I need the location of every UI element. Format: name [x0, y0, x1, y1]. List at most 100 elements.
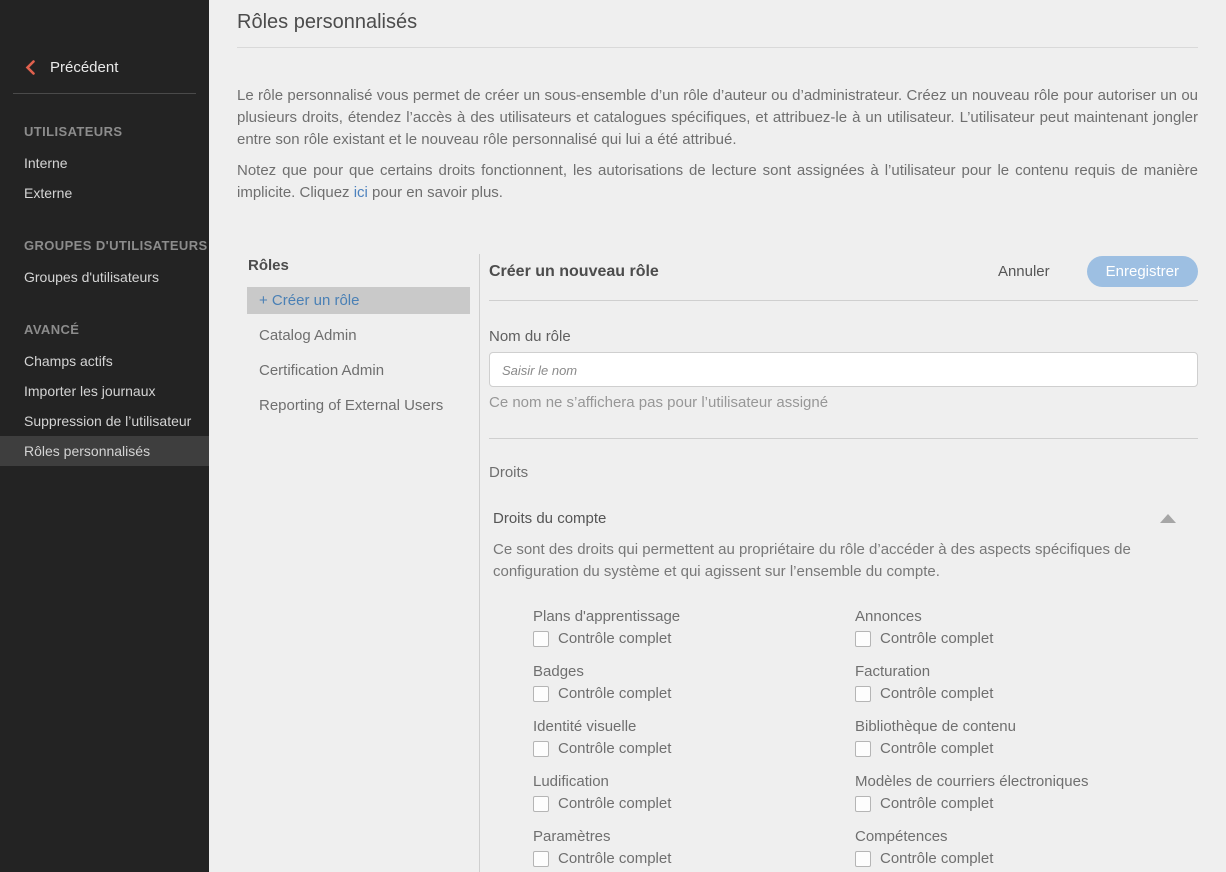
intro-text: Le rôle personnalisé vous permet de crée…	[237, 85, 1198, 204]
sidebar-section-title: GROUPES D'UTILISATEURS	[24, 238, 208, 253]
sidebar-divider	[13, 93, 196, 94]
account-rights-description: Ce sont des droits qui permettent au pro…	[493, 541, 1131, 580]
right-group-annonces: Annonces Contrôle complet	[855, 608, 1088, 647]
checkbox-row: Contrôle complet	[533, 630, 855, 647]
save-button[interactable]: Enregistrer	[1086, 256, 1198, 287]
right-group-label: Compétences	[855, 828, 948, 845]
rights-column-right: Annonces Contrôle complet Facturation Co…	[855, 608, 1088, 872]
checkbox-label[interactable]: Contrôle complet	[880, 740, 993, 757]
sidebar-nav: UTILISATEURS Interne Externe GROUPES D'U…	[0, 124, 209, 466]
roles-panel: Rôles + Créer un rôle Catalog Admin Cert…	[237, 254, 1198, 872]
checkbox-label[interactable]: Contrôle complet	[558, 630, 671, 647]
learn-more-link[interactable]: ici	[354, 184, 368, 201]
form-header: Créer un nouveau rôle Annuler Enregistre…	[489, 256, 1198, 287]
back-button[interactable]: Précédent	[0, 59, 209, 76]
sidebar-item-groupes-utilisateurs[interactable]: Groupes d'utilisateurs	[0, 262, 209, 292]
rights-column-left: Plans d'apprentissage Contrôle complet B…	[533, 608, 855, 872]
account-rights-header: Droits du compte	[493, 510, 1198, 527]
collapse-triangle-up-icon[interactable]	[1160, 514, 1176, 523]
sidebar-item-roles-personnalises[interactable]: Rôles personnalisés	[0, 436, 209, 466]
page-title: Rôles personnalisés	[237, 11, 418, 33]
right-group-facturation: Facturation Contrôle complet	[855, 663, 1088, 702]
sidebar-item-interne[interactable]: Interne	[0, 148, 209, 178]
right-group-bibliotheque-contenu: Bibliothèque de contenu Contrôle complet	[855, 718, 1088, 757]
right-group-identite-visuelle: Identité visuelle Contrôle complet	[533, 718, 855, 757]
role-item-creer-un-role[interactable]: + Créer un rôle	[247, 287, 470, 314]
sidebar-section-title: UTILISATEURS	[24, 124, 123, 139]
plans-apprentissage-checkbox[interactable]	[533, 630, 549, 647]
title-divider	[237, 47, 1198, 48]
right-group-competences: Compétences Contrôle complet	[855, 828, 1088, 867]
main-content: Rôles personnalisés Le rôle personnalisé…	[209, 0, 1226, 872]
right-group-label: Facturation	[855, 663, 931, 680]
sidebar-section-groupes: GROUPES D'UTILISATEURS Groupes d'utilisa…	[0, 238, 209, 292]
role-item-certification-admin[interactable]: Certification Admin	[247, 357, 470, 384]
intro-paragraph-1: Le rôle personnalisé vous permet de crée…	[237, 87, 1198, 148]
right-group-label: Badges	[533, 663, 584, 680]
checkbox-row: Contrôle complet	[855, 795, 1088, 812]
ludification-checkbox[interactable]	[533, 795, 549, 812]
checkbox-label[interactable]: Contrôle complet	[558, 850, 671, 867]
sidebar-item-importer-journaux[interactable]: Importer les journaux	[0, 376, 209, 406]
sidebar: Précédent UTILISATEURS Interne Externe G…	[0, 0, 209, 872]
right-group-plans-apprentissage: Plans d'apprentissage Contrôle complet	[533, 608, 855, 647]
checkbox-row: Contrôle complet	[533, 795, 855, 812]
checkbox-label[interactable]: Contrôle complet	[558, 795, 671, 812]
modeles-courriers-checkbox[interactable]	[855, 795, 871, 812]
checkbox-row: Contrôle complet	[855, 685, 1088, 702]
rights-checkbox-grid: Plans d'apprentissage Contrôle complet B…	[493, 608, 1198, 872]
right-group-label: Plans d'apprentissage	[533, 608, 681, 625]
chevron-left-icon	[25, 60, 35, 75]
checkbox-label[interactable]: Contrôle complet	[558, 740, 671, 757]
sidebar-section-title: AVANCÉ	[24, 322, 80, 337]
right-group-label: Bibliothèque de contenu	[855, 718, 1016, 735]
checkbox-row: Contrôle complet	[855, 850, 1088, 867]
checkbox-row: Contrôle complet	[533, 685, 855, 702]
sidebar-item-suppression-utilisateur[interactable]: Suppression de l’utilisateur	[0, 406, 209, 436]
annonces-checkbox[interactable]	[855, 630, 871, 647]
checkbox-row: Contrôle complet	[533, 850, 855, 867]
role-name-help-text: Ce nom ne s’affichera pas pour l’utilisa…	[489, 394, 829, 411]
checkbox-label[interactable]: Contrôle complet	[880, 630, 993, 647]
checkbox-label[interactable]: Contrôle complet	[880, 850, 993, 867]
checkbox-row: Contrôle complet	[855, 740, 1088, 757]
form-title: Créer un nouveau rôle	[489, 262, 659, 280]
rights-divider	[489, 438, 1198, 439]
right-group-label: Modèles de courriers électroniques	[855, 773, 1089, 790]
create-role-form: Créer un nouveau rôle Annuler Enregistre…	[480, 254, 1198, 872]
rights-label: Droits	[489, 464, 529, 481]
competences-checkbox[interactable]	[855, 850, 871, 867]
sidebar-section-avance: AVANCÉ Champs actifs Importer les journa…	[0, 322, 209, 466]
role-name-label: Nom du rôle	[489, 328, 571, 345]
role-item-reporting-external-users[interactable]: Reporting of External Users	[247, 392, 470, 419]
sidebar-section-utilisateurs: UTILISATEURS Interne Externe	[0, 124, 209, 208]
cancel-button[interactable]: Annuler	[998, 263, 1050, 280]
checkbox-label[interactable]: Contrôle complet	[880, 685, 993, 702]
right-group-modeles-courriers: Modèles de courriers électroniques Contr…	[855, 773, 1088, 812]
roles-nav-title: Rôles	[248, 257, 289, 274]
right-group-ludification: Ludification Contrôle complet	[533, 773, 855, 812]
intro-paragraph-2-tail: pour en savoir plus.	[367, 184, 503, 201]
checkbox-label[interactable]: Contrôle complet	[880, 795, 993, 812]
back-label: Précédent	[50, 59, 119, 76]
account-rights-section: Droits du compte Ce sont des droits qui …	[489, 510, 1198, 872]
sidebar-item-externe[interactable]: Externe	[0, 178, 209, 208]
intro-paragraph-2: Notez que pour que certains droits fonct…	[237, 160, 1198, 204]
right-group-label: Paramètres	[533, 828, 611, 845]
bibliotheque-contenu-checkbox[interactable]	[855, 740, 871, 757]
parametres-checkbox[interactable]	[533, 850, 549, 867]
role-name-input[interactable]	[489, 352, 1198, 387]
right-group-label: Ludification	[533, 773, 609, 790]
facturation-checkbox[interactable]	[855, 685, 871, 702]
sidebar-item-champs-actifs[interactable]: Champs actifs	[0, 346, 209, 376]
role-item-catalog-admin[interactable]: Catalog Admin	[247, 322, 470, 349]
right-group-label: Identité visuelle	[533, 718, 637, 735]
form-header-divider	[489, 300, 1198, 301]
checkbox-row: Contrôle complet	[855, 630, 1088, 647]
checkbox-label[interactable]: Contrôle complet	[558, 685, 671, 702]
checkbox-row: Contrôle complet	[533, 740, 855, 757]
right-group-badges: Badges Contrôle complet	[533, 663, 855, 702]
right-group-label: Annonces	[855, 608, 922, 625]
badges-checkbox[interactable]	[533, 685, 549, 702]
identite-visuelle-checkbox[interactable]	[533, 740, 549, 757]
